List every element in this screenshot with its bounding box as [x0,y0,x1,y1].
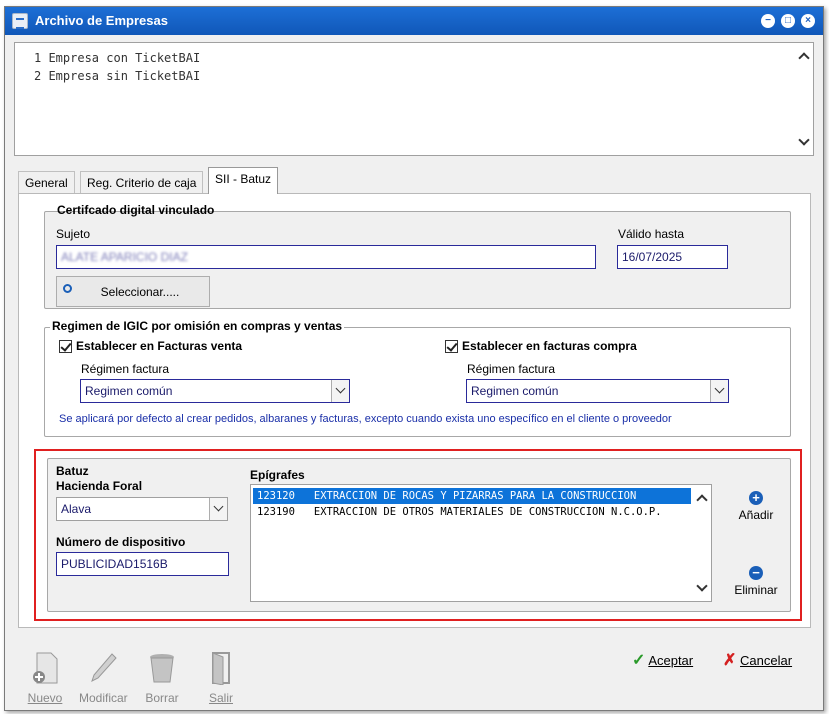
memo-scrollbar[interactable] [796,43,813,155]
valido-hasta-field[interactable]: 16/07/2025 [617,245,728,269]
venta-regimen-select[interactable]: Regimen común [80,379,350,403]
scroll-down-icon[interactable] [798,134,810,146]
venta-regimen-label: Régimen factura [81,362,170,376]
chevron-down-icon[interactable] [331,380,349,402]
certificado-group: Certifcado digital vinculado Sujeto ALAT… [44,203,791,309]
pencil-icon [91,653,117,682]
minimize-icon[interactable]: − [761,14,775,28]
close-icon[interactable]: × [801,14,815,28]
valido-hasta-label: Válido hasta [618,227,685,241]
memo-line: 2 Empresa sin TicketBAI [34,69,201,83]
checkmark-icon: ✓ [632,652,646,669]
tab-reg-criterio-caja[interactable]: Reg. Criterio de caja [80,171,204,193]
archivo-empresas-window: Archivo de Empresas − □ × 1 Empresa con … [4,6,824,711]
regimen-note: Se aplicará por defecto al crear pedidos… [59,413,672,425]
search-icon [63,284,72,293]
facturas-venta-label: Establecer en Facturas venta [76,339,243,353]
seleccionar-button[interactable]: Seleccionar..... [56,276,210,307]
sujeto-label: Sujeto [56,227,91,241]
facturas-compra-label: Establecer en facturas compra [462,339,637,353]
compra-regimen-label: Régimen factura [467,362,556,376]
window-title: Archivo de Empresas [35,13,168,28]
nuevo-button[interactable]: Nuevo [21,651,69,705]
compra-regimen-select[interactable]: Regimen común [466,379,729,403]
tab-general[interactable]: General [18,171,75,193]
empresas-memo[interactable]: 1 Empresa con TicketBAI 2 Empresa sin Ti… [14,42,814,156]
modificar-button[interactable]: Modificar [79,651,128,705]
trash-icon [150,654,174,683]
x-mark-icon: ✗ [723,652,737,669]
facturas-venta-checkbox[interactable] [59,340,72,353]
highlight-box [34,449,802,621]
regimen-group: Regimen de IGIC por omisión en compras y… [44,319,791,437]
scroll-up-icon[interactable] [798,52,810,64]
memo-line: 1 Empresa con TicketBAI [34,51,201,65]
title-bar: Archivo de Empresas − □ × [5,7,823,35]
certificado-legend: Certifcado digital vinculado [57,203,215,217]
borrar-button[interactable]: Borrar [138,651,186,705]
chevron-down-icon[interactable] [710,380,728,402]
regimen-legend: Regimen de IGIC por omisión en compras y… [50,319,345,333]
door-exit-icon [212,652,230,685]
cancelar-button[interactable]: ✗ Cancelar [723,650,792,670]
app-icon [12,13,28,29]
salir-button[interactable]: Salir [197,651,245,705]
facturas-compra-checkbox[interactable] [445,340,458,353]
new-document-icon [33,652,58,684]
tab-sii-batuz[interactable]: SII - Batuz [208,167,279,194]
aceptar-button[interactable]: ✓ Aceptar [632,650,693,670]
maximize-icon[interactable]: □ [781,14,795,28]
sujeto-field[interactable]: ALATE APARICIO DIAZ [56,245,596,269]
